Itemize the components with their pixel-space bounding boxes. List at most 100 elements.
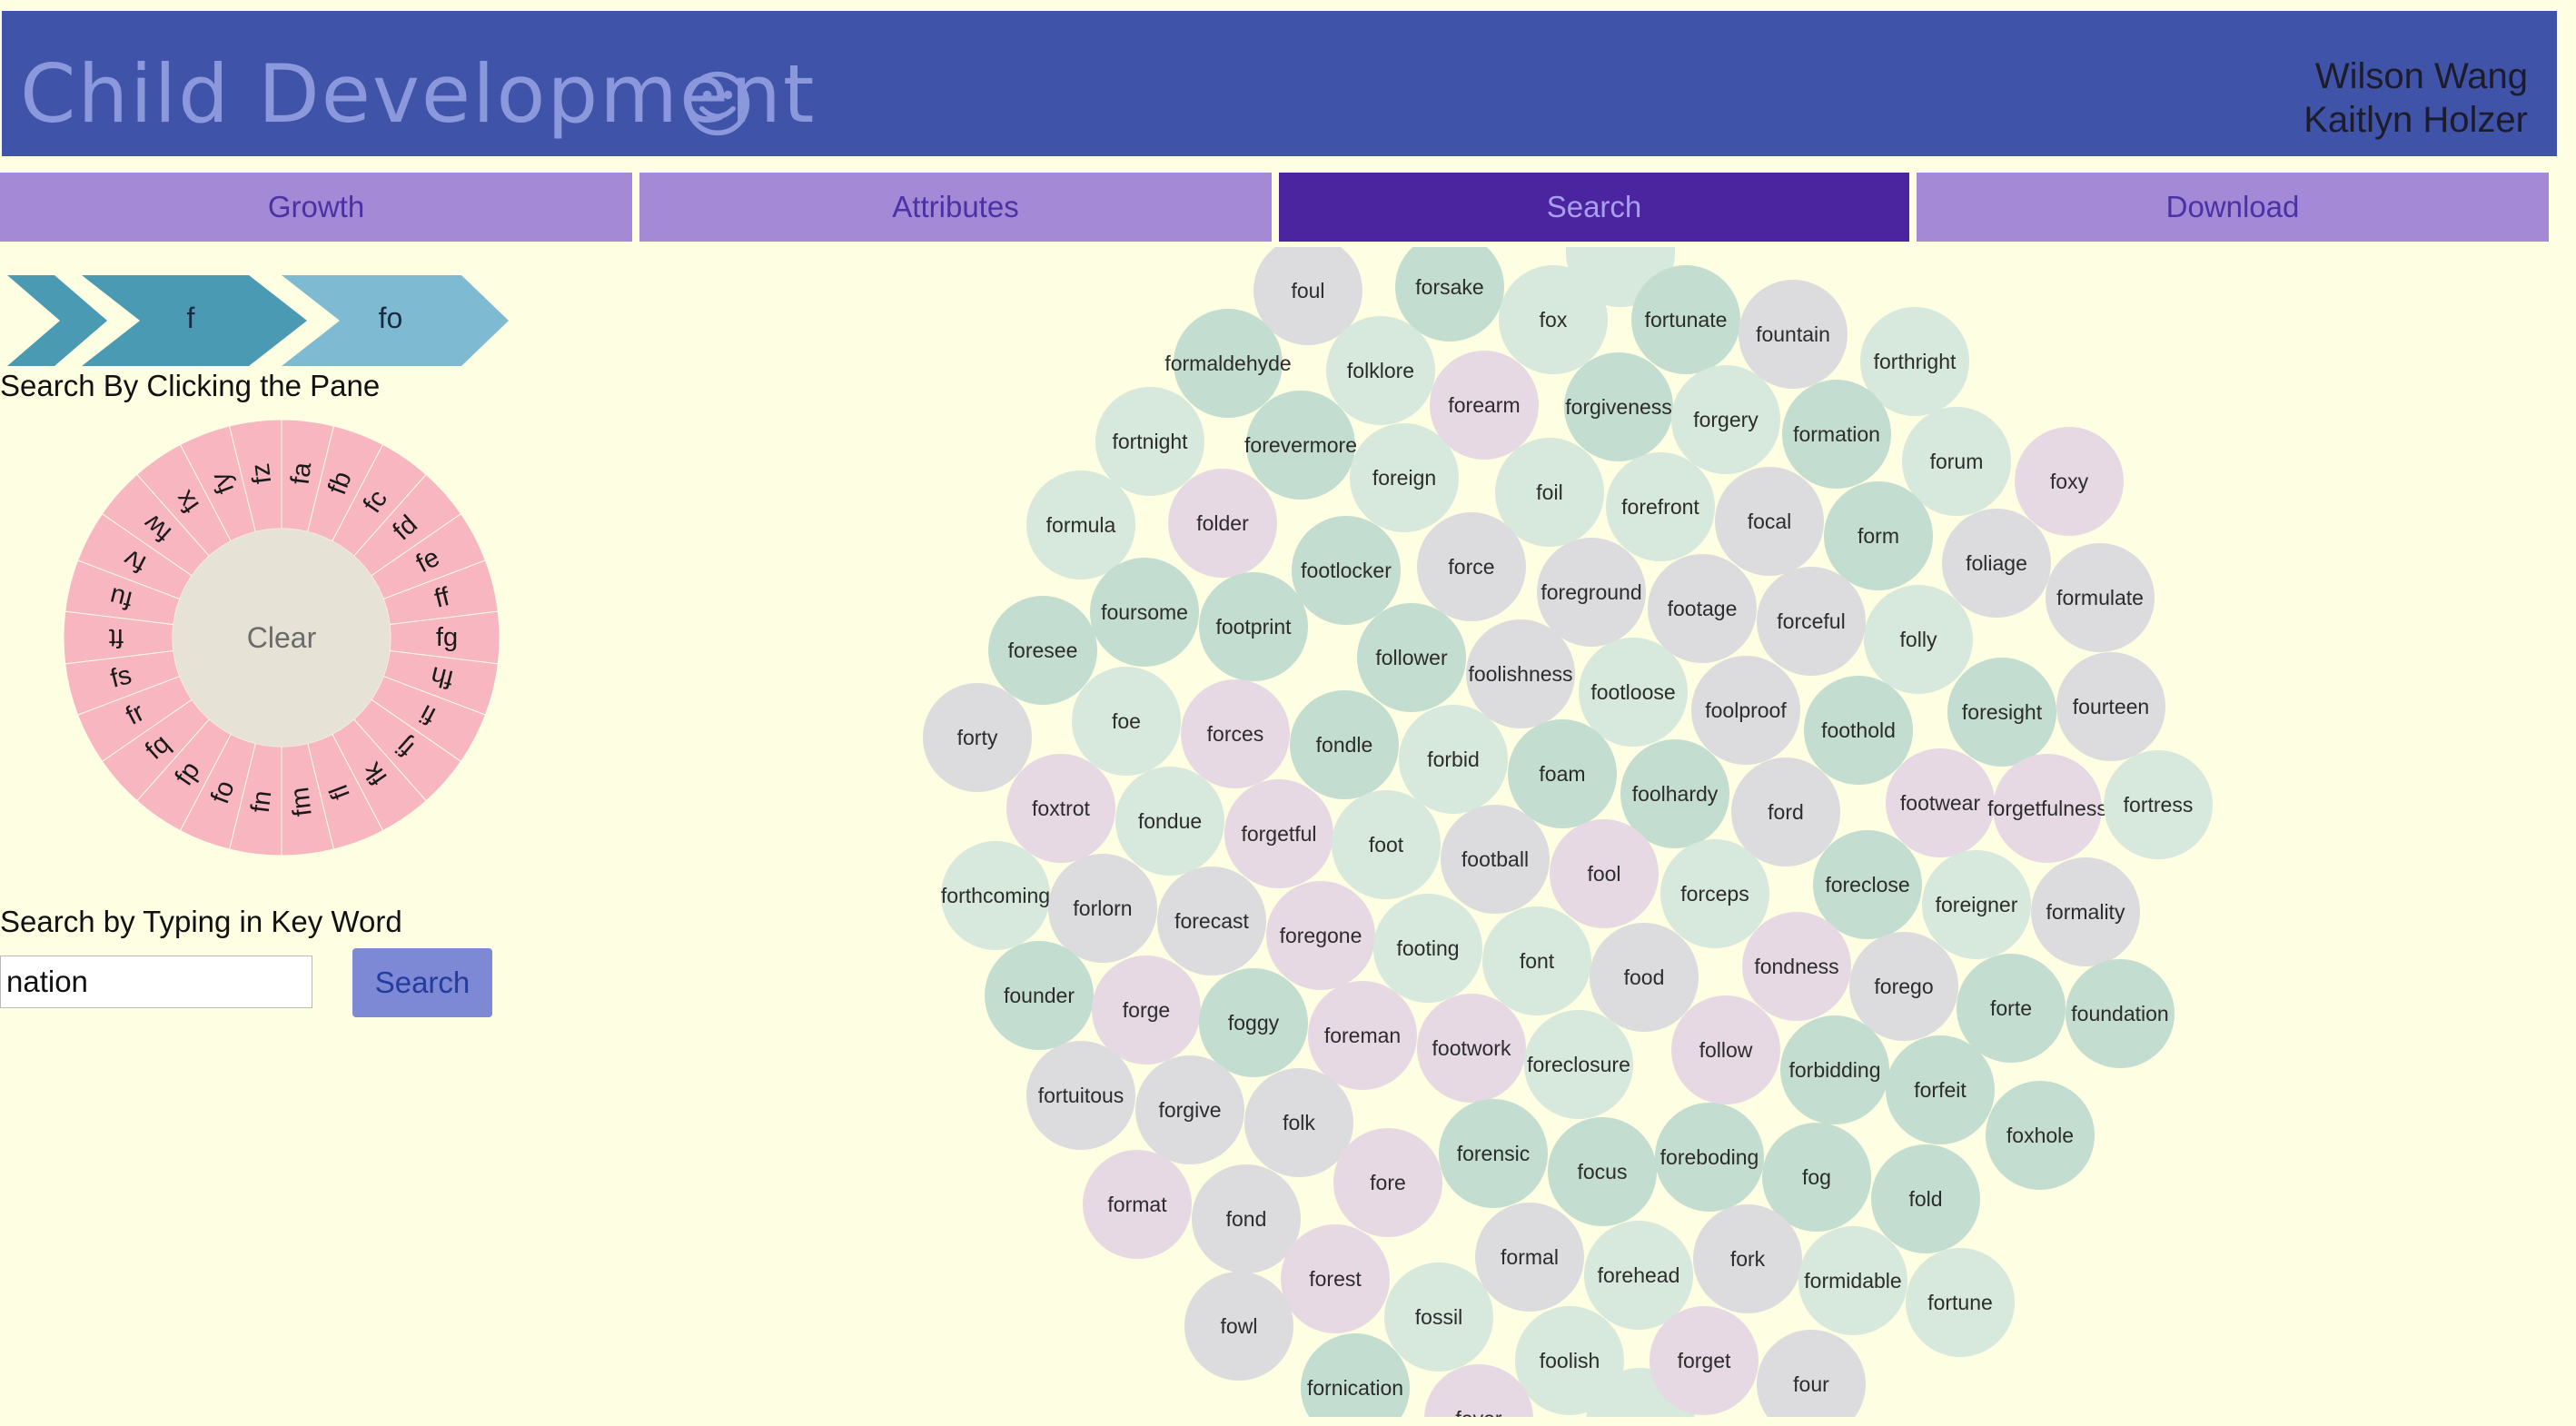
word-bubble[interactable]: foresight: [1947, 658, 2056, 767]
word-bubble[interactable]: forget: [1650, 1306, 1759, 1415]
word-bubble[interactable]: fortuitous: [1026, 1041, 1135, 1150]
word-bubble[interactable]: foot: [1332, 790, 1441, 899]
word-bubble[interactable]: forgive: [1135, 1055, 1244, 1164]
letter-pane[interactable]: fa fbfcfdfefffgfhfifjfkflfmfnfofpfqfrfsft…: [64, 420, 500, 856]
tab-attributes[interactable]: Attributes: [639, 173, 1272, 242]
tab-growth[interactable]: Growth: [0, 173, 632, 242]
word-bubble[interactable]: forbidding: [1780, 1015, 1889, 1124]
word-bubble[interactable]: foundation: [2066, 959, 2175, 1068]
word-bubble[interactable]: fondle: [1290, 690, 1399, 799]
tab-search[interactable]: Search: [1279, 173, 1909, 242]
word-bubble[interactable]: foam: [1508, 719, 1617, 828]
word-bubble[interactable]: formality: [2031, 857, 2140, 966]
word-bubble[interactable]: formation: [1782, 380, 1891, 489]
word-bubble-label: follow: [1699, 1037, 1753, 1062]
word-bubble[interactable]: footing: [1373, 894, 1482, 1003]
word-bubble[interactable]: forgetfulness: [1987, 754, 2107, 863]
word-bubble[interactable]: fortunate: [1631, 265, 1740, 374]
word-bubble[interactable]: focus: [1548, 1117, 1657, 1226]
word-bubble[interactable]: forest: [1281, 1224, 1390, 1333]
word-bubble[interactable]: fortune: [1906, 1248, 2015, 1357]
author-name: Kaitlyn Holzer: [2304, 100, 2528, 140]
word-bubble[interactable]: foxy: [2015, 427, 2124, 536]
word-bubble[interactable]: forevermore: [1244, 391, 1357, 500]
breadcrumb-root[interactable]: [7, 275, 107, 366]
word-bubble[interactable]: foolishness: [1466, 619, 1575, 728]
word-bubble[interactable]: forgetful: [1224, 779, 1333, 888]
word-bubble-label: forgive: [1158, 1097, 1222, 1122]
author-name: Wilson Wang: [2314, 56, 2528, 96]
word-bubble[interactable]: forecast: [1157, 866, 1266, 975]
word-bubble[interactable]: forgiveness: [1564, 352, 1673, 461]
word-bubble[interactable]: foursome: [1090, 558, 1199, 667]
word-bubble[interactable]: foxtrot: [1006, 754, 1115, 863]
word-bubble[interactable]: foxhole: [1986, 1081, 2095, 1190]
word-bubble[interactable]: footprint: [1199, 572, 1308, 681]
word-bubble-label: fool: [1587, 861, 1621, 886]
word-bubble[interactable]: form: [1824, 481, 1933, 590]
word-bubble[interactable]: fourteen: [2056, 652, 2165, 761]
word-bubble-label: foam: [1539, 761, 1586, 786]
word-bubble[interactable]: footwork: [1417, 994, 1526, 1103]
word-bubble[interactable]: follower: [1357, 603, 1466, 712]
word-bubble[interactable]: forgery: [1671, 365, 1780, 474]
word-bubble[interactable]: fossil: [1384, 1263, 1493, 1372]
tab-download[interactable]: Download: [1917, 173, 2549, 242]
word-bubble[interactable]: forbid: [1399, 705, 1508, 814]
word-bubble[interactable]: footlocker: [1292, 516, 1401, 625]
word-bubble[interactable]: founder: [985, 941, 1094, 1050]
word-bubble[interactable]: forensic: [1439, 1099, 1548, 1208]
word-bubble[interactable]: folly: [1864, 585, 1973, 694]
word-bubble[interactable]: focal: [1715, 467, 1824, 576]
word-bubble[interactable]: foreboding: [1655, 1103, 1764, 1212]
search-input[interactable]: [0, 956, 312, 1008]
word-bubble-label: forlorn: [1073, 896, 1133, 920]
word-bubble[interactable]: font: [1482, 906, 1591, 1015]
word-bubble[interactable]: four: [1757, 1330, 1866, 1417]
clear-label: Clear: [247, 621, 317, 654]
word-bubble[interactable]: fox: [1499, 265, 1608, 374]
word-bubble-label: fox: [1539, 307, 1568, 332]
word-bubble[interactable]: forthcoming: [941, 841, 1050, 950]
word-bubble[interactable]: formulate: [2046, 543, 2155, 652]
word-bubble[interactable]: fortress: [2104, 750, 2213, 859]
word-bubble[interactable]: foreign: [1350, 423, 1459, 532]
word-bubble[interactable]: fold: [1871, 1144, 1980, 1253]
word-bubble[interactable]: football: [1441, 805, 1550, 914]
word-bubble[interactable]: fool: [1550, 819, 1659, 928]
breadcrumb-label: f: [186, 302, 195, 334]
word-bubble[interactable]: fondue: [1115, 767, 1224, 876]
word-bubble-label: forgetfulness: [1987, 796, 2107, 820]
word-bubble[interactable]: folklore: [1326, 316, 1435, 425]
word-bubble[interactable]: folder: [1168, 469, 1277, 578]
word-bubble-label: foursome: [1101, 599, 1188, 624]
word-bubble[interactable]: fondness: [1742, 912, 1851, 1021]
word-bubble[interactable]: forces: [1181, 679, 1290, 788]
word-bubble[interactable]: foreigner: [1922, 850, 2031, 959]
word-bubble[interactable]: formal: [1475, 1203, 1584, 1312]
word-bubble[interactable]: follow: [1671, 995, 1780, 1104]
word-bubble[interactable]: formidable: [1798, 1226, 1907, 1335]
word-bubble-label: fornication: [1306, 1375, 1404, 1400]
word-bubble-label: ford: [1768, 799, 1804, 824]
word-bubble[interactable]: forceful: [1757, 567, 1866, 676]
word-bubble[interactable]: fountain: [1739, 280, 1848, 389]
word-bubble[interactable]: foolish: [1515, 1306, 1624, 1415]
word-bubble[interactable]: footwear: [1886, 748, 1995, 857]
word-bubble[interactable]: force: [1417, 512, 1526, 621]
word-bubble[interactable]: forfeit: [1886, 1035, 1995, 1144]
word-bubble[interactable]: foreclosure: [1524, 1010, 1633, 1119]
word-bubble[interactable]: forefront: [1606, 452, 1715, 561]
word-bubble[interactable]: format: [1083, 1150, 1192, 1259]
search-button[interactable]: Search: [352, 948, 492, 1017]
word-bubble[interactable]: fork: [1693, 1204, 1802, 1313]
word-bubble[interactable]: fowl: [1184, 1272, 1293, 1381]
word-bubble[interactable]: foregone: [1266, 881, 1375, 990]
word-bubble[interactable]: fore: [1333, 1128, 1442, 1237]
word-bubble[interactable]: foresee: [988, 596, 1097, 705]
word-bubble[interactable]: foolproof: [1691, 656, 1800, 765]
word-bubble[interactable]: foliage: [1942, 509, 2051, 618]
word-bubble[interactable]: foe: [1072, 667, 1181, 776]
word-bubble-label: foundation: [2071, 1001, 2169, 1025]
word-bubble[interactable]: forty: [923, 683, 1032, 792]
